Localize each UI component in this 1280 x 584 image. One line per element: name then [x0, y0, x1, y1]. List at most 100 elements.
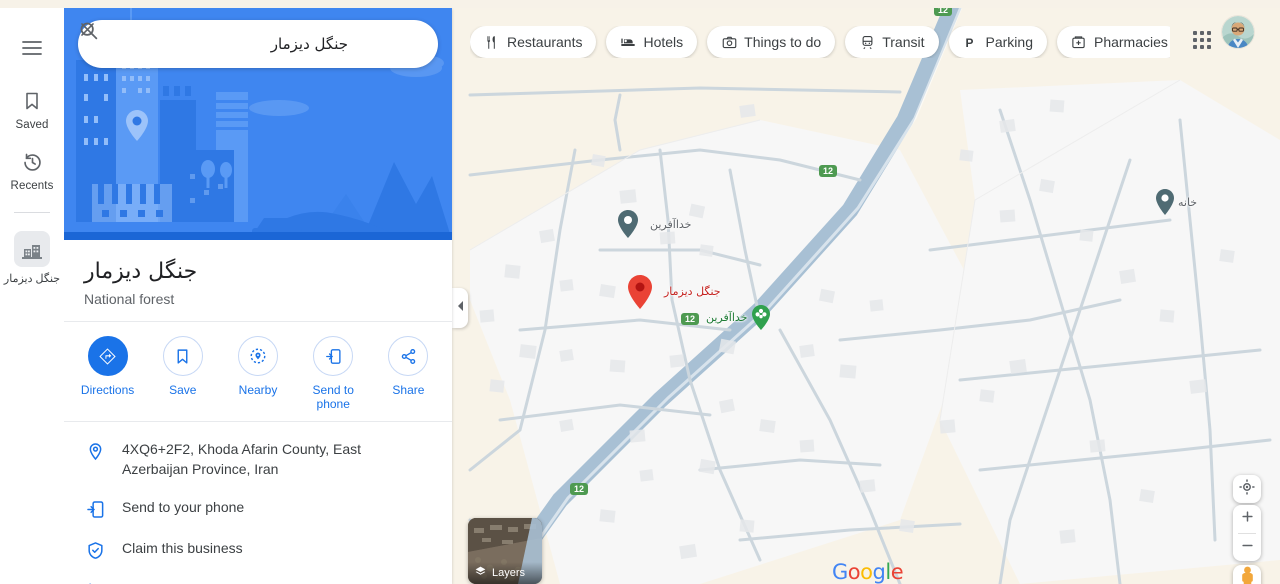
chip-label: Transit	[882, 34, 925, 50]
info-label: 4XQ6+2F2, Khoda Afarin County, East Azer…	[122, 441, 362, 477]
sidebar-item-label: Recents	[10, 180, 54, 192]
layers-button[interactable]: Layers	[468, 518, 542, 584]
map-label-park: خداآفرین	[706, 311, 748, 324]
highway-shield: 12	[570, 483, 589, 495]
map-marker-park[interactable]	[752, 305, 770, 335]
map-marker-selected-place[interactable]	[628, 275, 652, 314]
rail-divider	[14, 212, 50, 213]
plus-icon	[1240, 509, 1255, 529]
bookmark-icon	[162, 336, 203, 376]
place-hero-image	[64, 8, 452, 240]
place-actions: Directions Save Nearby Send to phone Sha…	[64, 322, 452, 422]
place-info-list: 4XQ6+2F2, Khoda Afarin County, East Azer…	[64, 422, 452, 584]
map-marker-poi[interactable]	[618, 210, 638, 243]
sidebar-recent-place[interactable]: جنگل دیزمار	[0, 231, 64, 285]
avatar[interactable]	[1222, 16, 1254, 48]
search-input[interactable]	[78, 35, 358, 53]
chip-label: Pharmacies	[1093, 34, 1168, 50]
chip-label: Things to do	[744, 34, 822, 50]
action-nearby[interactable]: Nearby	[220, 336, 295, 411]
send-to-phone-icon	[84, 498, 106, 520]
place-thumbnail-icon	[14, 231, 50, 267]
chip-things-to-do[interactable]: Things to do	[707, 26, 836, 58]
send-to-phone-icon	[313, 336, 354, 376]
pegman-button[interactable]	[1233, 565, 1261, 584]
nearby-search-icon	[238, 336, 278, 376]
category-chips-bar[interactable]: Restaurants Hotels Things to do Transit …	[470, 26, 1170, 58]
chip-parking[interactable]: P Parking	[948, 26, 1047, 58]
info-row-claim-business[interactable]: Claim this business	[64, 529, 452, 570]
directions-icon	[87, 336, 128, 376]
highway-shield: 12	[681, 313, 700, 325]
history-clock-icon	[22, 149, 43, 175]
chip-label: Hotels	[643, 34, 684, 50]
chevron-left-icon	[456, 299, 465, 317]
locate-button[interactable]	[1233, 475, 1261, 503]
bookmark-icon	[22, 88, 42, 114]
sidebar-item-saved[interactable]: Saved	[0, 88, 64, 131]
google-maps-app: خداآفرین جنگل دیزمار خداآفرین خانه 12 12…	[0, 0, 1280, 584]
hamburger-menu-button[interactable]	[12, 30, 52, 70]
left-navigation-rail: Saved Recents جنگل دیزمار	[0, 8, 64, 584]
svg-text:P: P	[966, 35, 974, 49]
action-label: Save	[169, 383, 197, 397]
info-row-maps-activity[interactable]: Your Maps activity	[64, 570, 452, 584]
shield-check-icon	[84, 539, 106, 561]
chip-label: Parking	[985, 34, 1033, 50]
hotel-bed-icon	[620, 34, 636, 50]
clear-search-button[interactable]	[81, 23, 438, 64]
layers-label: Layers	[492, 567, 526, 579]
camera-icon	[721, 34, 737, 50]
google-apps-grid-icon[interactable]	[1182, 20, 1222, 60]
action-label: Nearby	[238, 383, 278, 397]
sidebar-item-recents[interactable]: Recents	[0, 149, 64, 192]
google-logo: Google	[832, 560, 904, 584]
place-category: National forest	[84, 291, 175, 307]
place-header: جنگل دیزمار National forest	[64, 240, 452, 322]
collapse-panel-button[interactable]	[452, 288, 468, 328]
info-row-send-to-phone[interactable]: Send to your phone	[64, 488, 452, 529]
hamburger-menu-icon	[22, 40, 42, 61]
info-label: Send to your phone	[122, 499, 245, 515]
search-bar[interactable]	[78, 20, 438, 68]
share-icon	[388, 336, 429, 376]
sidebar-recent-label: جنگل دیزمار	[3, 273, 61, 285]
info-label: Claim this business	[122, 540, 243, 556]
pharmacy-cross-icon	[1071, 34, 1087, 50]
action-label: Directions	[80, 383, 135, 397]
action-label: Share	[392, 383, 425, 397]
action-directions[interactable]: Directions	[70, 336, 145, 411]
chip-pharmacies[interactable]: Pharmacies	[1056, 26, 1170, 58]
parking-p-icon: P	[963, 34, 979, 50]
sidebar-item-label: Saved	[15, 119, 49, 131]
action-share[interactable]: Share	[371, 336, 446, 411]
chip-hotels[interactable]: Hotels	[606, 26, 698, 58]
place-details-panel: جنگل دیزمار National forest Directions	[64, 8, 452, 584]
transit-train-icon	[859, 34, 875, 50]
chip-restaurants[interactable]: Restaurants	[470, 26, 597, 58]
chip-label: Restaurants	[507, 34, 583, 50]
location-pin-icon	[84, 440, 106, 462]
zoom-in-button[interactable]	[1233, 505, 1261, 533]
history-clock-icon	[84, 580, 106, 584]
map-label-selected-place: جنگل دیزمار	[664, 285, 721, 298]
map-label-poi: خداآفرین	[650, 218, 692, 231]
info-row-address[interactable]: 4XQ6+2F2, Khoda Afarin County, East Azer…	[64, 430, 452, 488]
map-label-home: خانه	[1178, 196, 1198, 209]
layers-icon	[474, 565, 487, 581]
action-label: Send to phone	[312, 383, 354, 411]
layers-label-wrap: Layers	[468, 562, 542, 584]
chip-transit[interactable]: Transit	[845, 26, 939, 58]
map-marker-home[interactable]	[1156, 189, 1174, 220]
page-title: جنگل دیزمار	[84, 259, 198, 284]
zoom-controls[interactable]	[1233, 505, 1261, 561]
minus-icon	[1240, 538, 1255, 558]
action-save[interactable]: Save	[145, 336, 220, 411]
search-button[interactable]	[80, 22, 398, 64]
locate-crosshair-icon	[1238, 478, 1256, 501]
highway-shield: 12	[819, 165, 838, 177]
top-strip	[0, 0, 1280, 8]
zoom-out-button[interactable]	[1233, 534, 1261, 562]
action-send-to-phone[interactable]: Send to phone	[296, 336, 371, 411]
pegman-icon	[1239, 566, 1256, 584]
